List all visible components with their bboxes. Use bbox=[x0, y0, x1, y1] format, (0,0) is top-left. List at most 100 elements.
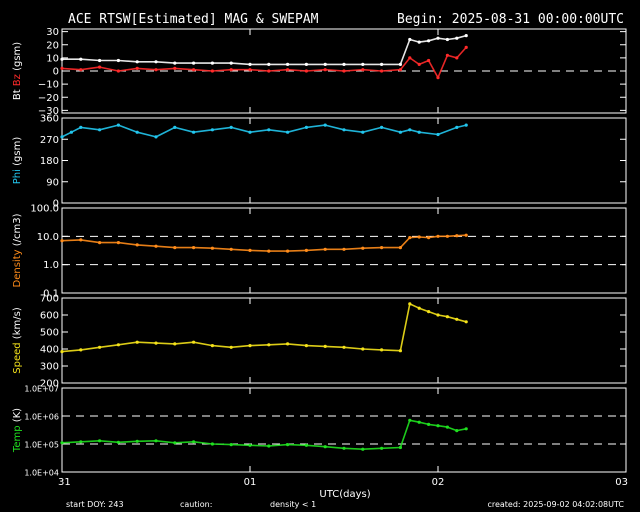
data-point bbox=[286, 443, 290, 447]
data-point bbox=[464, 34, 468, 38]
data-point bbox=[304, 443, 308, 447]
data-point bbox=[60, 57, 64, 61]
x-tick-label: 02 bbox=[432, 477, 445, 488]
data-point bbox=[98, 58, 102, 63]
data-point bbox=[408, 56, 412, 60]
y-tick-label: 1.0E+06 bbox=[24, 413, 59, 422]
y-axis-label: Density (/cm3) bbox=[12, 213, 23, 287]
data-point bbox=[342, 446, 346, 450]
data-point bbox=[192, 340, 196, 344]
data-point bbox=[98, 439, 102, 443]
data-point bbox=[60, 66, 64, 70]
data-point bbox=[464, 123, 468, 127]
data-point bbox=[98, 241, 102, 245]
data-point bbox=[323, 62, 327, 66]
chart-svg: ACE RTSW[Estimated] MAG & SWEPAM Begin: … bbox=[12, 12, 628, 509]
data-point bbox=[445, 315, 449, 319]
series-line bbox=[61, 124, 467, 138]
y-label-part: (/cm3) bbox=[12, 213, 23, 249]
data-point bbox=[323, 445, 327, 449]
data-point bbox=[445, 53, 449, 57]
data-point bbox=[229, 345, 233, 349]
data-point bbox=[210, 246, 214, 250]
data-point bbox=[361, 62, 365, 66]
panel-frame bbox=[61, 387, 627, 473]
data-point bbox=[98, 65, 102, 69]
data-point bbox=[427, 58, 431, 63]
data-point bbox=[342, 247, 346, 251]
data-point bbox=[304, 125, 308, 129]
chart-title: ACE RTSW[Estimated] MAG & SWEPAM bbox=[68, 12, 319, 27]
y-label-part: Density bbox=[12, 249, 23, 287]
y-tick-label: 1.0 bbox=[43, 260, 59, 271]
data-point bbox=[79, 238, 83, 242]
data-point bbox=[286, 249, 290, 253]
data-point bbox=[361, 447, 365, 451]
data-point bbox=[154, 341, 158, 345]
y-axis-label: Phi (gsm) bbox=[12, 137, 23, 185]
data-point bbox=[342, 128, 346, 132]
data-point bbox=[60, 441, 64, 445]
y-tick-label: 100.0 bbox=[30, 204, 59, 215]
data-point bbox=[455, 36, 459, 40]
data-point bbox=[79, 440, 83, 444]
data-point bbox=[116, 69, 120, 73]
y-label-part: Speed bbox=[12, 342, 23, 373]
data-point bbox=[417, 62, 421, 66]
data-point bbox=[229, 247, 233, 251]
data-point bbox=[135, 439, 139, 443]
data-point bbox=[229, 443, 233, 447]
data-point bbox=[380, 62, 384, 66]
series-line bbox=[62, 34, 467, 66]
data-point bbox=[154, 439, 158, 443]
data-point bbox=[248, 344, 252, 348]
y-axis-label: Temp (K) bbox=[12, 408, 23, 453]
data-point bbox=[427, 422, 431, 426]
panel-temp: 1.0E+07 1.0E+06 1.0E+05 1.0E+04 Temp (K) bbox=[12, 385, 627, 478]
data-point bbox=[436, 424, 440, 428]
data-point bbox=[408, 302, 412, 306]
data-point bbox=[267, 62, 271, 66]
data-point bbox=[173, 61, 177, 65]
data-point bbox=[192, 440, 196, 444]
data-point bbox=[229, 68, 233, 72]
y-tick-label: −20 bbox=[38, 93, 59, 104]
data-point bbox=[267, 69, 271, 73]
data-point bbox=[464, 233, 468, 237]
y-tick-label: 10 bbox=[46, 53, 59, 64]
data-point bbox=[60, 135, 64, 139]
data-point bbox=[445, 37, 449, 42]
data-point bbox=[323, 68, 327, 72]
x-tick-label: 01 bbox=[244, 477, 257, 488]
data-point bbox=[455, 234, 459, 238]
data-point bbox=[60, 350, 64, 354]
data-point bbox=[116, 241, 120, 245]
data-point bbox=[436, 76, 440, 80]
y-tick-label: 300 bbox=[40, 362, 59, 373]
data-point bbox=[408, 236, 412, 240]
data-point bbox=[445, 425, 449, 429]
data-point bbox=[427, 236, 431, 240]
caution-label: caution: bbox=[180, 500, 212, 509]
data-point bbox=[210, 69, 214, 73]
data-point bbox=[98, 345, 102, 349]
data-point bbox=[323, 247, 327, 251]
data-point bbox=[173, 125, 177, 129]
data-point bbox=[304, 344, 308, 348]
y-label-part: (gsm) bbox=[12, 137, 23, 169]
data-point bbox=[455, 125, 459, 129]
x-tick-label: 31 bbox=[58, 477, 71, 488]
data-point bbox=[192, 68, 196, 72]
data-point bbox=[248, 68, 252, 72]
data-point bbox=[455, 317, 459, 321]
y-tick-label: 180 bbox=[40, 156, 59, 167]
created-time: created: 2025-09-02 04:02:08UTC bbox=[487, 500, 624, 509]
caution-note: density < 1 bbox=[270, 500, 316, 509]
data-point bbox=[173, 246, 177, 250]
data-point bbox=[304, 62, 308, 66]
data-point bbox=[361, 347, 365, 351]
y-label-part: (gsm) bbox=[12, 42, 23, 74]
data-point bbox=[436, 313, 440, 317]
y-label-part: Temp bbox=[12, 425, 23, 453]
data-point bbox=[154, 135, 158, 139]
